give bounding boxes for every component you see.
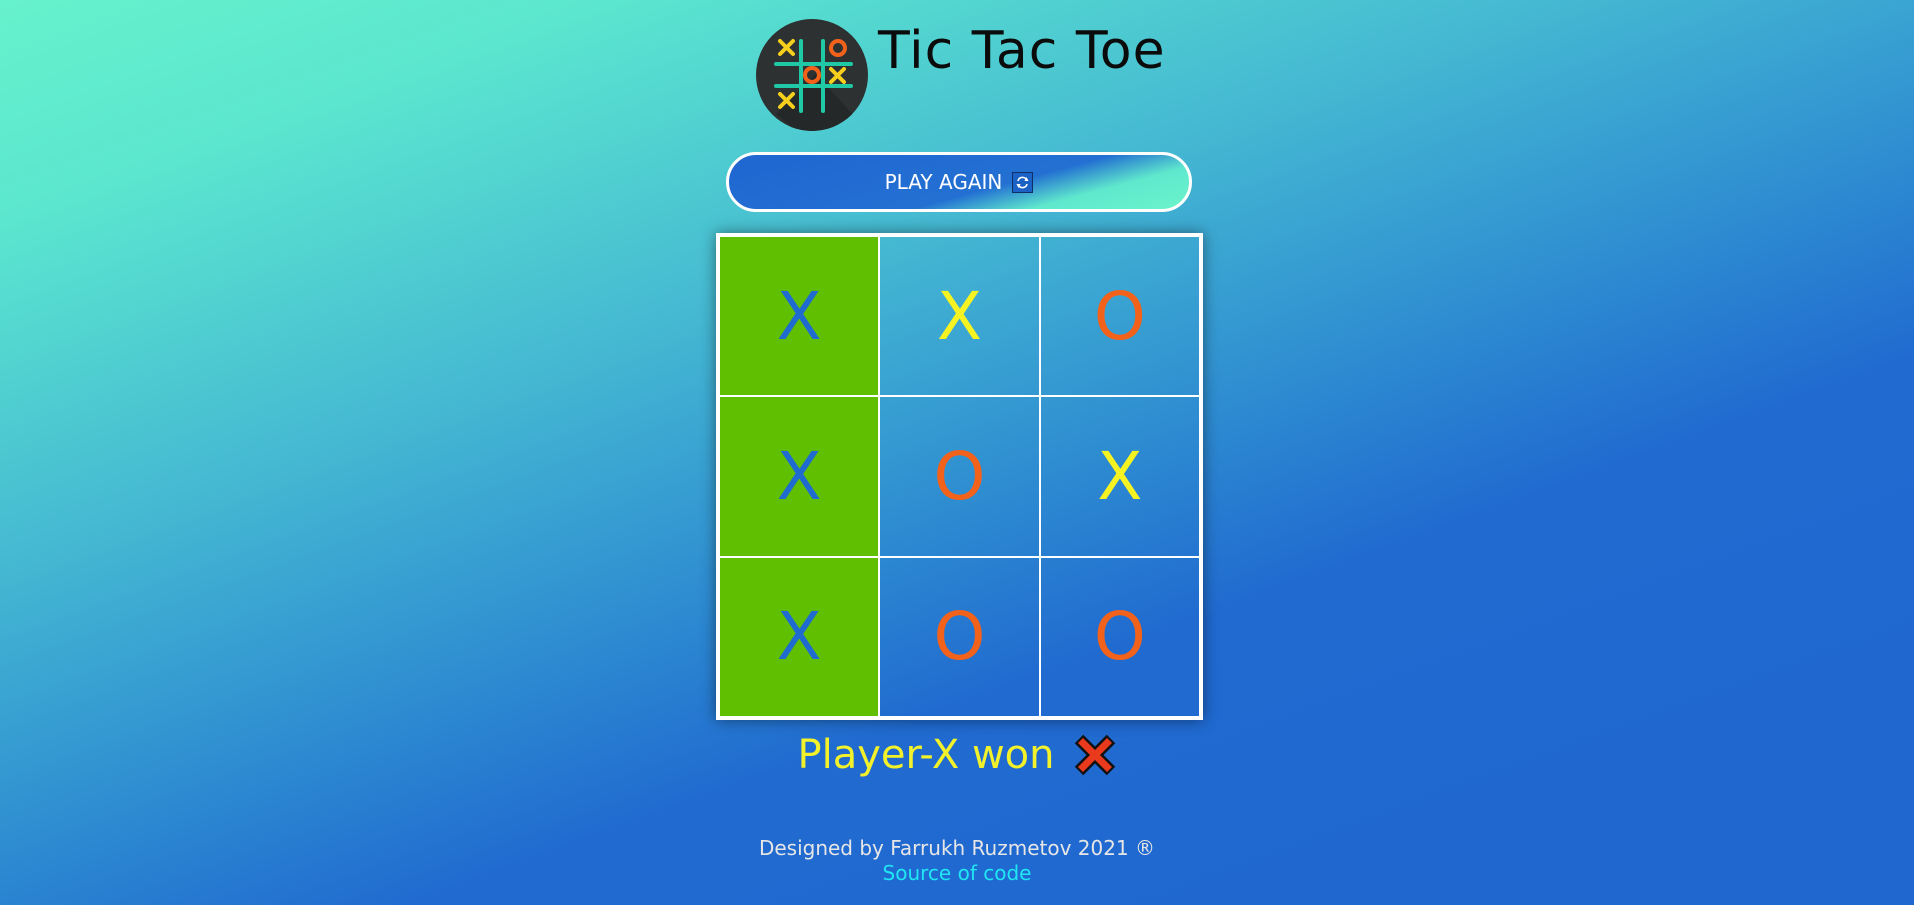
board-cell-r2c2[interactable]: O xyxy=(879,396,1040,557)
status-text: Player-X won xyxy=(797,732,1055,778)
footer-credit: Designed by Farrukh Ruzmetov 2021 ® xyxy=(758,836,1156,860)
refresh-icon xyxy=(1012,171,1034,193)
board-cell-r3c3[interactable]: O xyxy=(1039,556,1200,717)
header: Tic Tac Toe xyxy=(756,18,1166,132)
tic-tac-toe-logo-icon xyxy=(756,19,868,131)
play-again-label: PLAY AGAIN xyxy=(884,170,1003,194)
footer: Designed by Farrukh Ruzmetov 2021 ® Sour… xyxy=(0,836,1914,886)
board-cell-r1c2[interactable]: X xyxy=(879,236,1040,397)
board-cell-r3c1[interactable]: X xyxy=(719,556,880,717)
cross-mark-icon xyxy=(1073,733,1117,777)
play-again-button[interactable]: PLAY AGAIN xyxy=(726,152,1192,212)
board-cell-r3c2[interactable]: O xyxy=(879,556,1040,717)
page-title: Tic Tac Toe xyxy=(878,20,1166,81)
source-code-link[interactable]: Source of code xyxy=(883,861,1032,885)
game-status: Player-X won xyxy=(0,732,1914,778)
game-board: XXOXOXXOO xyxy=(716,233,1203,720)
board-cell-r1c3[interactable]: O xyxy=(1039,236,1200,397)
board-cell-r1c1[interactable]: X xyxy=(719,236,880,397)
board-cell-r2c1[interactable]: X xyxy=(719,396,880,557)
board-cell-r2c3[interactable]: X xyxy=(1039,396,1200,557)
